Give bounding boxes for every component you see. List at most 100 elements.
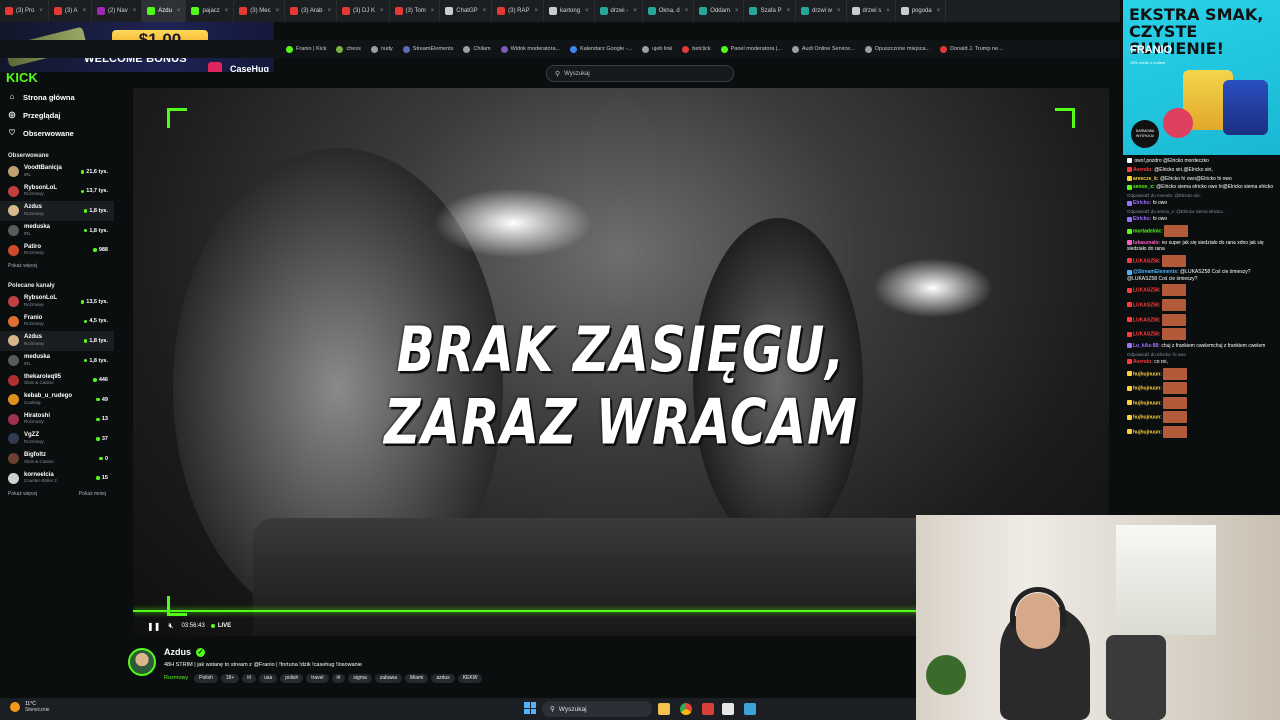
app-icon[interactable] [722,703,734,715]
chat-username[interactable]: hujhujnuun: [1133,371,1162,377]
browser-tab[interactable]: Szafa P × [744,0,796,22]
chat-username[interactable]: LUKASZ58: [1133,288,1161,294]
browser-tab[interactable]: pogoda × [896,0,947,22]
chat-username[interactable]: areecze_k: [1133,176,1159,182]
stream-tag[interactable]: irl [331,674,346,683]
chat-message[interactable]: hujhujnuun: [1127,411,1276,424]
sidebar-channel[interactable]: thekaroleq95 Slots & Casino 446 [0,370,114,390]
tab-close-icon[interactable]: × [685,8,689,14]
chat-username[interactable]: Lu_kAs:88: [1133,343,1160,349]
chat-message[interactable]: Avendo: co roi, [1127,359,1276,365]
stream-tag[interactable]: irl [242,674,257,683]
sidebar-channel[interactable]: RybsonLoL Rozmowy 13,7 tys. [0,182,114,202]
chat-username[interactable]: Elricko: [1133,216,1151,222]
sidebar-channel[interactable]: meduska IRL 1,8 tys. [0,221,114,241]
sidebar-channel[interactable]: Franio Rozmowy 4,5 tys. [0,312,114,332]
browser-tab[interactable]: drzwi - × [595,0,643,22]
sidebar-channel[interactable]: RybsonLoL Rozmowy 13,5 tys. [0,292,114,312]
stream-tag[interactable]: KEKW [457,674,483,683]
tab-close-icon[interactable]: × [886,8,890,14]
browser-tab[interactable]: (3) Pro × [0,0,49,22]
chat-username[interactable]: hujhujnuun: [1133,429,1162,435]
browser-tab[interactable]: (3) Mec × [234,0,286,22]
chat-message[interactable]: mortadeinic: [1127,225,1276,238]
browser-tab[interactable]: kartong × [544,0,595,22]
chat-username[interactable]: Elricko: [1133,200,1151,206]
tab-close-icon[interactable]: × [483,8,487,14]
sidebar-nav-item[interactable]: ⌂ Strona główna [0,88,114,106]
chat-message[interactable]: LUKASZ58: [1127,298,1276,311]
tab-close-icon[interactable]: × [133,8,137,14]
stream-tag[interactable]: zabawa [374,674,402,683]
browser-tab[interactable]: (3) RAP × [492,0,545,22]
bookmark-item[interactable]: Widok moderatora... [500,45,560,53]
tab-close-icon[interactable]: × [735,8,739,14]
followed-show-more[interactable]: Pokaż więcej [0,260,114,272]
tab-close-icon[interactable]: × [431,8,435,14]
bookmark-item[interactable]: ujeb link [642,45,672,53]
bookmark-item[interactable]: Franio | Kick [286,45,326,53]
tab-close-icon[interactable]: × [39,8,43,14]
browser-tab[interactable]: (3) A × [49,0,93,22]
sidebar-channel[interactable]: meduska IRL 1,8 tys. [0,351,114,371]
followed-show-more-label[interactable]: Pokaż więcej [8,260,37,272]
browser-tab[interactable]: (3) DJ K × [337,0,390,22]
bookmark-item[interactable]: StreamElements [402,45,453,53]
chat-message[interactable]: areecze_k: @Elricko hi owo@Elricko hi ow… [1127,176,1276,182]
search-input[interactable]: ⚲ Wyszukaj [546,65,734,82]
sidebar-channel[interactable]: Azdus Rozmowy 1,8 tys. [0,201,114,221]
chat-message[interactable]: LUKASZ58: [1127,284,1276,297]
windows-start-icon[interactable] [524,702,536,714]
kick-logo[interactable]: KICK [6,70,38,85]
sidebar-channel[interactable]: VgZZ Rozmowy 37 [0,429,114,449]
bookmark-item[interactable]: Panel moderatora |... [720,45,782,53]
tab-close-icon[interactable]: × [937,8,941,14]
chat-message[interactable]: owo!,pozdro @Elricko mordeczko [1127,158,1276,164]
browser-tab[interactable]: (3) Tom × [390,0,441,22]
chat-message[interactable]: Elricko: hi owo [1127,216,1276,222]
sidebar-nav-item[interactable]: ◎ Przeglądaj [0,106,114,124]
tab-close-icon[interactable]: × [380,8,384,14]
stream-tag[interactable]: usa [259,674,278,683]
stream-tag[interactable]: travel [306,674,329,683]
browser-tab[interactable]: ChatGP × [440,0,493,22]
sidebar-channel[interactable]: Patiro Rozmowy 988 [0,240,114,260]
tab-close-icon[interactable]: × [535,8,539,14]
franio-ad-banner[interactable]: EKSTRA SMAK, CZYSTE SUMIENIE! FRANIO 10%… [1123,0,1280,155]
chat-message[interactable]: LUKASZ58: [1127,313,1276,326]
chat-message[interactable]: hujhujnuun: [1127,425,1276,438]
chrome-icon[interactable] [680,703,692,715]
sidebar-channel[interactable]: VoodtBanicja IRL 21,6 tys. [0,162,114,182]
streamer-avatar[interactable] [128,648,156,676]
chat-message[interactable]: LUKASZ58: [1127,328,1276,341]
show-less-button[interactable]: Pokaż mniej [79,488,106,500]
browser-tab[interactable]: Okna, d × [643,0,695,22]
browser-tab[interactable]: Azdu × [142,0,187,22]
chat-username[interactable]: LUKASZ58: [1133,331,1161,337]
tab-close-icon[interactable]: × [83,8,87,14]
chat-message[interactable]: hujhujnuun: [1127,367,1276,380]
tab-close-icon[interactable]: × [786,8,790,14]
chat-username[interactable]: LUKASZ58: [1133,258,1161,264]
stream-tag[interactable]: Polish [194,674,218,683]
pause-icon[interactable]: ❚❚ [147,622,160,631]
chat-username[interactable]: Avendo: [1133,359,1153,365]
weather-widget[interactable]: 11°C Słonecznie [10,701,49,713]
bookmark-item[interactable]: Opuszczone miejsca... [864,45,930,53]
streamer-name[interactable]: Azdus [164,647,191,657]
taskbar-search[interactable]: ⚲ Wyszukaj [542,701,652,717]
chat-username[interactable]: LUKASZ58: [1133,302,1161,308]
chat-username[interactable]: senox_x: [1133,184,1155,190]
chat-message[interactable]: lukasznalo: no super jak się siedziało d… [1127,240,1276,252]
app-icon[interactable] [702,703,714,715]
tab-close-icon[interactable]: × [225,8,229,14]
bookmark-item[interactable]: Kalendarz Google -... [570,45,632,53]
bookmark-item[interactable]: Audi Online Service... [791,45,855,53]
chat-username[interactable]: lukasznalo: [1133,240,1160,246]
chat-message[interactable]: Avendo: @Elricko siri,@Elricko siri, [1127,167,1276,173]
stream-tag[interactable]: azdus [431,674,455,683]
show-more-button[interactable]: Pokaż więcej [8,488,37,500]
stream-category[interactable]: Rozmowy [164,674,188,683]
chat-username[interactable]: hujhujnuun: [1133,415,1162,421]
browser-tab[interactable]: pajacz × [186,0,235,22]
